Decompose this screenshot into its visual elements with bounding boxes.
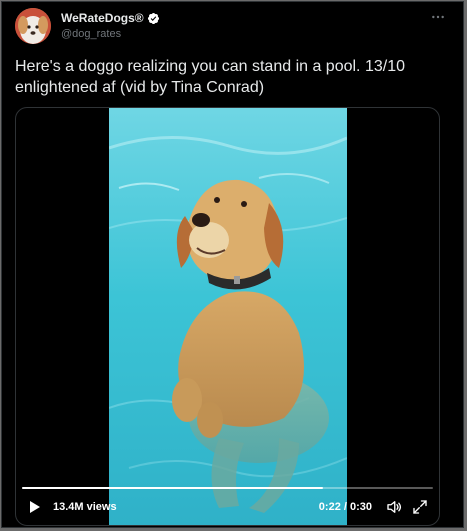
more-horizontal-icon xyxy=(432,15,444,19)
play-button[interactable] xyxy=(26,499,42,515)
display-name-row: WeRateDogs® xyxy=(61,10,160,26)
progress-fill xyxy=(22,487,324,489)
more-options-button[interactable] xyxy=(427,8,449,26)
fullscreen-icon xyxy=(413,500,427,514)
tweet-text: Here's a doggo realizing you can stand i… xyxy=(15,58,405,96)
video-controls: 13.4M views 0:22 / 0:30 xyxy=(16,485,439,525)
fullscreen-button[interactable] xyxy=(411,498,429,516)
verified-badge-icon xyxy=(147,12,160,25)
video-thumbnail xyxy=(109,108,347,525)
time-display: 0:22 / 0:30 xyxy=(318,501,372,513)
avatar[interactable] xyxy=(15,8,51,44)
author-info: WeRateDogs® @dog_rates xyxy=(61,10,160,42)
handle[interactable]: @dog_rates xyxy=(61,27,160,42)
video-player[interactable]: 13.4M views 0:22 / 0:30 xyxy=(15,107,440,526)
view-count: 13.4M views xyxy=(53,501,117,513)
progress-bar[interactable] xyxy=(22,487,433,489)
volume-button[interactable] xyxy=(385,498,403,516)
tweet-card[interactable]: WeRateDogs® @dog_rates Here's a doggo re… xyxy=(1,1,464,528)
tweet-header: WeRateDogs® @dog_rates xyxy=(15,8,449,46)
volume-muted-icon xyxy=(387,501,402,513)
display-name[interactable]: WeRateDogs® xyxy=(61,10,144,26)
avatar-image xyxy=(15,8,51,44)
play-icon xyxy=(30,501,40,513)
video-frame[interactable] xyxy=(109,108,347,525)
